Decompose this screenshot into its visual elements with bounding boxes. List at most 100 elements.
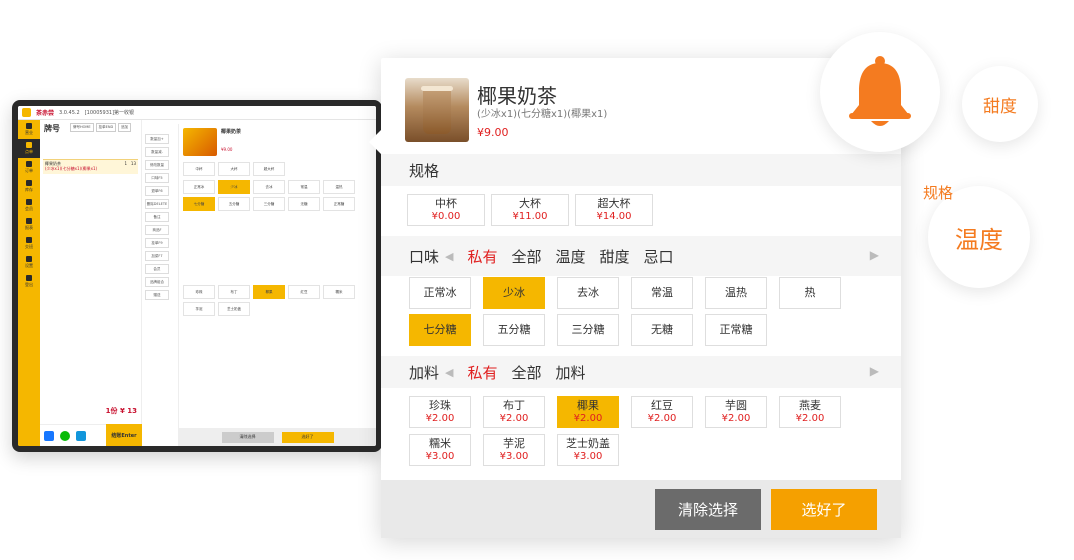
pos-tool-button[interactable]: 口味F5 (145, 173, 169, 183)
topping-tab[interactable]: 全部 (512, 362, 542, 383)
topping-option[interactable]: 椰果 ¥2.00 (557, 396, 619, 428)
topping-tabs: 加料 ◀ 私有 全部 加料 (409, 362, 586, 383)
pos-checkout-button[interactable]: 结账Enter (106, 424, 142, 446)
pos-sidebar-item[interactable]: 会员 (18, 196, 40, 215)
pos-chip[interactable]: 中杯 (183, 162, 215, 176)
wechat-pay-icon[interactable] (60, 430, 70, 441)
pos-tool-button[interactable]: 数量减- (145, 147, 169, 157)
pos-order-row[interactable]: 椰果奶茶 1 13 (少冰x1)(七分糖x1)(椰果x1) (43, 159, 138, 174)
pos-chip[interactable]: 少冰 (218, 180, 250, 194)
temperature-option-label: 少冰 (503, 285, 525, 299)
topping-option-label: 燕麦 (799, 398, 821, 412)
pos-chip[interactable]: 布丁 (218, 285, 250, 299)
topping-option[interactable]: 珍珠 ¥2.00 (409, 396, 471, 428)
topping-option[interactable]: 芝士奶盖 ¥3.00 (557, 434, 619, 466)
pos-tool-button[interactable]: 数量加+ (145, 134, 169, 144)
sweetness-option[interactable]: 三分糖 (557, 314, 619, 346)
pos-sidebar-item[interactable]: 营业 (18, 120, 40, 139)
temperature-option[interactable]: 正常冰 (409, 277, 471, 309)
flavor-tab[interactable]: 忌口 (644, 246, 674, 267)
pos-chip[interactable]: 糯米 (323, 285, 355, 299)
pos-order-button[interactable]: 牌号HOME (70, 123, 94, 132)
topping-option[interactable]: 芋圆 ¥2.00 (705, 396, 767, 428)
clear-selection-button[interactable]: 清除选择 (655, 489, 761, 530)
pos-tool-button[interactable]: 商品F (145, 225, 169, 235)
pos-sidebar-item[interactable]: 订单 (18, 158, 40, 177)
pos-tool-button[interactable]: 修改数量 (145, 160, 169, 170)
sweetness-option[interactable]: 七分糖 (409, 314, 471, 346)
pos-tool-button[interactable]: 加菜F7 (145, 251, 169, 261)
topping-chevron-right-icon[interactable]: ▶ (870, 364, 879, 378)
topping-option[interactable]: 芋泥 ¥3.00 (483, 434, 545, 466)
temperature-option[interactable]: 温热 (705, 277, 767, 309)
pos-order-buttons: 牌号HOME 挂单END 追加 (70, 123, 132, 132)
sweetness-option[interactable]: 五分糖 (483, 314, 545, 346)
topping-tab[interactable]: 加料 (556, 362, 586, 383)
topping-chevron-left-icon[interactable]: ◀ (445, 366, 453, 379)
pos-chip[interactable]: 红豆 (288, 285, 320, 299)
flavor-tab[interactable]: 温度 (556, 246, 586, 267)
pos-chip[interactable]: 大杯 (218, 162, 250, 176)
pos-sidebar-item[interactable]: 登出 (18, 272, 40, 291)
pos-sidebar-label: 库存 (25, 187, 33, 192)
size-option[interactable]: 大杯 ¥11.00 (491, 194, 569, 226)
topping-option-label: 芋泥 (503, 436, 525, 450)
pos-sidebar-item[interactable]: 报表 (18, 215, 40, 234)
flavor-chevron-left-icon[interactable]: ◀ (445, 250, 453, 263)
pos-chip[interactable]: 正常冰 (183, 180, 215, 194)
pos-tool-button[interactable]: 备注 (145, 212, 169, 222)
size-option[interactable]: 中杯 ¥0.00 (407, 194, 485, 226)
pos-sidebar-item[interactable]: 点单 (18, 139, 40, 158)
pos-sidebar-item[interactable]: 库存 (18, 177, 40, 196)
pos-tool-button[interactable]: 赠送 (145, 290, 169, 300)
pos-tool-button[interactable]: 挂单F9 (145, 238, 169, 248)
pos-chip[interactable]: 三分糖 (253, 197, 285, 211)
flavor-tab[interactable]: 私有 (467, 246, 497, 267)
size-option-price: ¥0.00 (431, 210, 461, 222)
pos-chip[interactable]: 常温 (288, 180, 320, 194)
topping-option[interactable]: 燕麦 ¥2.00 (779, 396, 841, 428)
sweetness-option[interactable]: 无糖 (631, 314, 693, 346)
sweetness-option[interactable]: 正常糖 (705, 314, 767, 346)
topping-option[interactable]: 糯米 ¥3.00 (409, 434, 471, 466)
topping-option[interactable]: 红豆 ¥2.00 (631, 396, 693, 428)
pos-order-button[interactable]: 追加 (118, 123, 132, 132)
pos-order-qty: 1 (124, 161, 128, 166)
confirm-button[interactable]: 选好了 (771, 489, 877, 530)
pos-tool-button[interactable]: 品牌组合 (145, 277, 169, 287)
flavor-tab[interactable]: 全部 (512, 246, 542, 267)
pos-chip[interactable]: 超大杯 (253, 162, 285, 176)
flavor-tab[interactable]: 甜度 (600, 246, 630, 267)
pos-spec-panel: 椰果奶茶 ¥9.00 中杯 大杯 超大杯 正常冰 少冰 去冰 常温 温热 七分糖 五分糖 三分糖无… (178, 124, 376, 446)
temperature-option[interactable]: 去冰 (557, 277, 619, 309)
alipay-icon[interactable] (76, 430, 86, 441)
temperature-option[interactable]: 热 (779, 277, 841, 309)
temperature-option[interactable]: 常温 (631, 277, 693, 309)
size-option[interactable]: 超大杯 ¥14.00 (575, 194, 653, 226)
pos-sidebar-item[interactable]: 交班 (18, 234, 40, 253)
pos-tool-button[interactable]: 删除DELETE (145, 199, 169, 209)
pos-chip[interactable]: 温热 (323, 180, 355, 194)
pos-chip[interactable]: 无糖 (288, 197, 320, 211)
pos-chip[interactable]: 去冰 (253, 180, 285, 194)
pos-chip[interactable]: 椰果 (253, 285, 285, 299)
pay-icon[interactable] (44, 430, 54, 441)
pos-chip[interactable]: 七分糖 (183, 197, 215, 211)
topping-option[interactable]: 布丁 ¥2.00 (483, 396, 545, 428)
pos-tool-button[interactable]: 退单F6 (145, 186, 169, 196)
pos-chip[interactable]: 芋泥 (183, 302, 215, 316)
pos-tools: 数量加+ 数量减- 修改数量口味F5 退单F6 删除DELETE 备注商品F 挂单F9 加菜F… (142, 120, 172, 446)
pos-order-button[interactable]: 挂单END (95, 123, 117, 132)
pos-sidebar-item[interactable]: 设置 (18, 253, 40, 272)
pos-chip[interactable]: 珍珠 (183, 285, 215, 299)
flavor-section-header: 口味 ◀ 私有 全部 温度 甜度 忌口 ▶ (381, 236, 901, 276)
flavor-chevron-right-icon[interactable]: ▶ (870, 248, 879, 262)
temperature-option[interactable]: 少冰 (483, 277, 545, 309)
pos-ok-button[interactable]: 选好了 (281, 431, 334, 443)
pos-tool-button[interactable]: 会员 (145, 264, 169, 274)
pos-chip[interactable]: 正常糖 (323, 197, 355, 211)
pos-clear-button[interactable]: 清除选择 (221, 431, 274, 443)
pos-chip[interactable]: 五分糖 (218, 197, 250, 211)
pos-chip[interactable]: 芝士奶盖 (218, 302, 250, 316)
topping-tab[interactable]: 私有 (467, 362, 497, 383)
